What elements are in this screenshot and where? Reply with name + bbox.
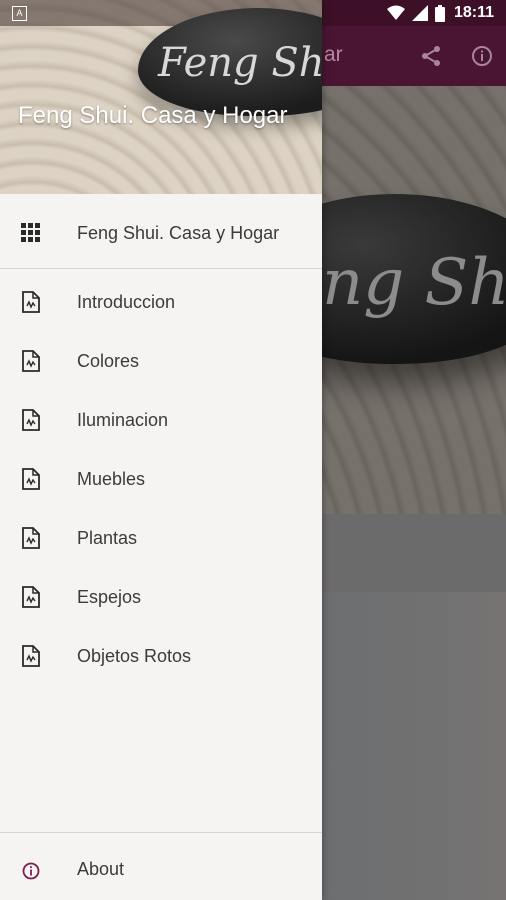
signal-icon	[411, 5, 428, 21]
menu-divider	[0, 832, 322, 833]
document-icon	[22, 527, 40, 549]
document-icon	[22, 291, 40, 313]
notification-icon: A	[12, 6, 27, 21]
apps-grid-icon	[21, 223, 40, 242]
navigation-drawer: A Feng Shui Feng Shui. Casa y Hogar Feng…	[0, 0, 322, 900]
document-icon	[22, 350, 40, 372]
menu-item-home[interactable]: Feng Shui. Casa y Hogar	[0, 204, 322, 263]
menu-item-label: Plantas	[77, 528, 138, 548]
info-icon	[22, 862, 40, 880]
document-icon	[22, 409, 40, 431]
menu-item-colores[interactable]: Colores	[0, 332, 322, 391]
document-icon	[22, 586, 40, 608]
menu-item-label: Feng Shui. Casa y Hogar	[77, 223, 280, 243]
menu-item-introduccion[interactable]: Introduccion	[0, 273, 322, 332]
menu-item-espejos[interactable]: Espejos	[0, 568, 322, 627]
menu-item-label: Colores	[77, 351, 140, 371]
header-stone-lettering: Feng Shui	[158, 40, 322, 86]
menu-item-objetos-rotos[interactable]: Objetos Rotos	[0, 627, 322, 686]
menu-item-label: Iluminacion	[77, 410, 169, 430]
menu-item-label: Introduccion	[77, 292, 176, 312]
menu-item-label: Muebles	[77, 469, 146, 489]
document-icon	[22, 645, 40, 667]
menu-item-about[interactable]: About	[0, 840, 322, 899]
menu-item-plantas[interactable]: Plantas	[0, 509, 322, 568]
menu-item-label: Espejos	[77, 587, 142, 607]
menu-item-label: Objetos Rotos	[77, 646, 192, 666]
menu-item-muebles[interactable]: Muebles	[0, 450, 322, 509]
drawer-header-title: Feng Shui. Casa y Hogar	[18, 102, 288, 129]
menu-divider	[0, 268, 322, 269]
wifi-icon	[386, 5, 405, 20]
drawer-header: A Feng Shui Feng Shui. Casa y Hogar	[0, 0, 322, 194]
menu-item-label: About	[77, 859, 125, 879]
menu-item-iluminacion[interactable]: Iluminacion	[0, 391, 322, 450]
document-icon	[22, 468, 40, 490]
battery-icon	[434, 4, 445, 22]
status-time: 18:11	[453, 4, 494, 21]
